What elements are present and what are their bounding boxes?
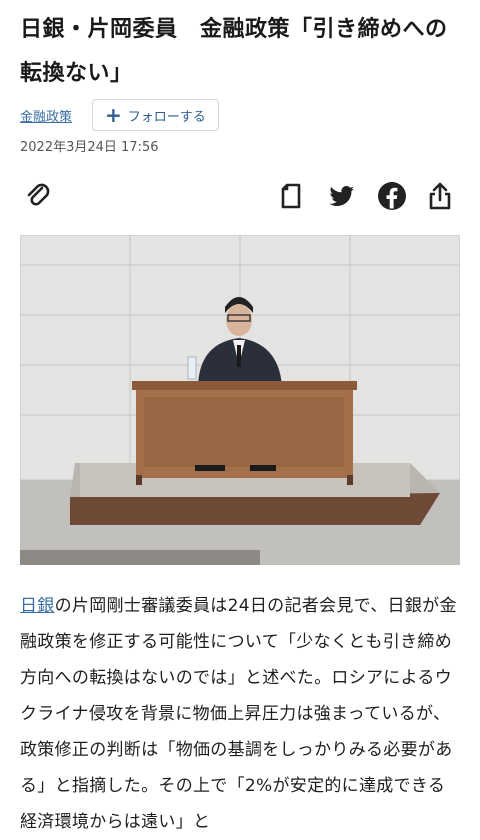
meta-row: 金融政策 + フォローする [20, 99, 219, 131]
follow-button[interactable]: + フォローする [92, 99, 219, 131]
facebook-icon[interactable] [376, 180, 408, 212]
publish-date: 2022年3月24日 17:56 [20, 140, 159, 155]
article-toolbar [0, 176, 480, 216]
article-photo [20, 235, 460, 565]
twitter-icon[interactable] [326, 180, 358, 212]
paperclip-icon[interactable] [22, 180, 54, 212]
article-page: 日銀・片岡委員 金融政策「引き締めへの 転換ない」 金融政策 + フォローする … [0, 0, 480, 832]
article-body: 日銀の片岡剛士審議委員は24日の記者会見で、日銀が金融政策を修正する可能性につい… [20, 588, 462, 840]
follow-label: フォローする [127, 109, 206, 125]
headline-line-1: 日銀・片岡委員 金融政策「引き締めへの [20, 17, 448, 42]
headline-line-2: 転換ない」 [20, 61, 133, 86]
plus-icon: + [105, 103, 122, 127]
share-icon[interactable] [424, 180, 456, 212]
term-link-boj[interactable]: 日銀 [20, 596, 55, 616]
article-body-text: の片岡剛士審議委員は24日の記者会見で、日銀が金融政策を修正する可能性について「… [20, 596, 457, 832]
bookmark-icon[interactable] [276, 180, 308, 212]
category-link[interactable]: 金融政策 [20, 106, 72, 125]
article-headline: 日銀・片岡委員 金融政策「引き締めへの 転換ない」 [20, 8, 470, 96]
